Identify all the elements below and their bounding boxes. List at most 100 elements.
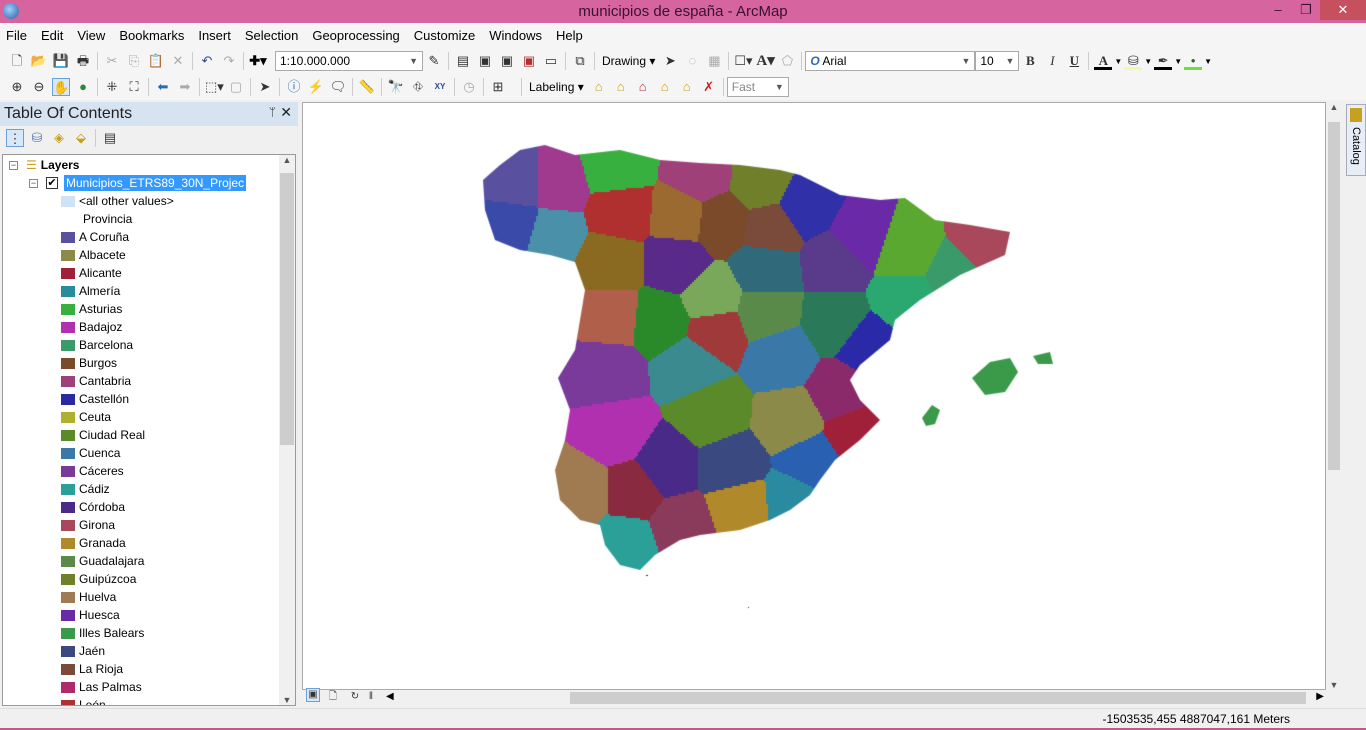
pin-icon[interactable]: ᛘ [269, 105, 276, 119]
legend-item[interactable]: Burgos [61, 354, 117, 372]
label-manager-icon[interactable]: ⌂ [590, 78, 608, 96]
legend-other-values[interactable]: <all other values> [61, 192, 174, 210]
arctoolbox-icon[interactable]: ▣ [520, 52, 538, 70]
fill-color-icon[interactable]: ⛁ [1124, 52, 1143, 70]
legend-item[interactable]: Cáceres [61, 462, 124, 480]
underline-button[interactable]: U [1065, 52, 1083, 70]
select-pointer-icon[interactable]: ➤ [256, 78, 274, 96]
menu-geoprocessing[interactable]: Geoprocessing [312, 28, 399, 43]
font-color-icon[interactable]: A [1094, 52, 1113, 70]
toc-vertical-scrollbar[interactable]: ▲ ▼ [279, 155, 295, 705]
view-unplaced-labels-icon[interactable]: ✗ [700, 78, 718, 96]
menu-selection[interactable]: Selection [245, 28, 298, 43]
italic-button[interactable]: I [1043, 52, 1061, 70]
undo-icon[interactable]: ↶ [198, 52, 216, 70]
back-extent-icon[interactable]: ⬅ [154, 78, 172, 96]
clear-selection-icon[interactable]: ▢ [227, 78, 245, 96]
toc-window-icon[interactable]: ▤ [454, 52, 472, 70]
scroll-right-icon[interactable]: ▶ [1316, 691, 1324, 702]
menu-help[interactable]: Help [556, 28, 583, 43]
zoom-to-selected-elements-icon[interactable]: ▦ [705, 52, 723, 70]
legend-item[interactable]: Granada [61, 534, 126, 552]
measure-icon[interactable]: 📏 [358, 78, 376, 96]
layer-visibility-checkbox[interactable]: ✔ [46, 177, 58, 189]
identify-icon[interactable]: ⓘ [285, 78, 303, 96]
select-elements-icon[interactable]: ➤ [661, 52, 679, 70]
go-to-xy-icon[interactable]: XY [431, 78, 449, 96]
cut-icon[interactable]: ✂ [103, 52, 121, 70]
layout-view-icon[interactable]: 🗋 [324, 688, 342, 706]
legend-item[interactable]: Almería [61, 282, 120, 300]
copy-icon[interactable]: ⎘ [125, 52, 143, 70]
scroll-down-icon[interactable]: ▼ [1326, 680, 1342, 690]
catalog-tab[interactable]: Catalog [1346, 104, 1366, 176]
scrollbar-thumb[interactable] [1328, 122, 1340, 470]
close-button[interactable]: ✕ [1320, 0, 1366, 20]
fixed-zoom-in-icon[interactable]: ⁜ [103, 78, 121, 96]
menu-view[interactable]: View [77, 28, 105, 43]
create-viewer-window-icon[interactable]: ⊞ [489, 78, 507, 96]
legend-item[interactable]: Girona [61, 516, 115, 534]
drawing-menu[interactable]: Drawing ▾ [602, 54, 655, 68]
scrollbar-thumb[interactable] [280, 173, 294, 445]
legend-item[interactable]: Cantabria [61, 372, 131, 390]
legend-item[interactable]: Ceuta [61, 408, 111, 426]
options-icon[interactable]: ▤ [101, 129, 119, 147]
paste-icon[interactable]: 📋 [147, 52, 165, 70]
menu-windows[interactable]: Windows [489, 28, 542, 43]
scroll-up-icon[interactable]: ▲ [1326, 102, 1342, 112]
legend-item[interactable]: Asturias [61, 300, 122, 318]
scroll-down-icon[interactable]: ▼ [279, 695, 295, 705]
list-by-visibility-icon[interactable]: ◈ [50, 129, 68, 147]
pause-labeling-icon[interactable]: ⌂ [678, 78, 696, 96]
scrollbar-thumb[interactable] [570, 692, 1306, 704]
edit-vertices-icon[interactable]: ⬠ [778, 52, 796, 70]
legend-item[interactable]: Guipúzcoa [61, 570, 136, 588]
map-vertical-scrollbar[interactable]: ▲ ▼ [1326, 102, 1342, 690]
data-view-icon[interactable]: ▣ [306, 688, 320, 702]
rectangle-icon[interactable]: ☐▾ [734, 52, 752, 70]
collapse-icon[interactable]: − [9, 160, 18, 170]
html-popup-icon[interactable]: 🗨 [329, 78, 347, 96]
menu-edit[interactable]: Edit [41, 28, 63, 43]
font-size-combo[interactable]: 10 ▼ [975, 51, 1020, 71]
model-builder-icon[interactable]: ⧉ [571, 52, 589, 70]
legend-item[interactable]: La Rioja [61, 660, 123, 678]
open-icon[interactable]: 📂 [30, 52, 48, 70]
legend-item[interactable]: A Coruña [61, 228, 129, 246]
collapse-icon[interactable]: − [29, 178, 38, 188]
legend-item[interactable]: Córdoba [61, 498, 125, 516]
rotate-icon[interactable]: ◌ [683, 52, 701, 70]
select-features-icon[interactable]: ⬚▾ [205, 78, 224, 96]
layers-data-frame[interactable]: − ☰ Layers [9, 156, 79, 174]
legend-item[interactable]: Jaén [61, 642, 105, 660]
zoom-in-icon[interactable]: ⊕ [8, 78, 26, 96]
menu-file[interactable]: File [6, 28, 27, 43]
scroll-up-icon[interactable]: ▲ [279, 155, 295, 165]
legend-item[interactable]: Illes Balears [61, 624, 144, 642]
legend-item[interactable]: Alicante [61, 264, 122, 282]
legend-item[interactable]: Ciudad Real [61, 426, 145, 444]
lock-labels-icon[interactable]: ⌂ [656, 78, 674, 96]
legend-item[interactable]: Badajoz [61, 318, 122, 336]
close-icon[interactable]: ✕ [280, 104, 292, 121]
map-view[interactable] [302, 102, 1326, 690]
pan-icon[interactable]: ✋ [52, 78, 70, 96]
menu-customize[interactable]: Customize [414, 28, 475, 43]
time-slider-icon[interactable]: ◷ [460, 78, 478, 96]
menu-bookmarks[interactable]: Bookmarks [119, 28, 184, 43]
python-window-icon[interactable]: ▭ [542, 52, 560, 70]
minimize-button[interactable]: – [1264, 0, 1292, 20]
forward-extent-icon[interactable]: ➡ [176, 78, 194, 96]
restore-button[interactable]: ❐ [1292, 0, 1320, 20]
save-icon[interactable]: 💾 [52, 52, 70, 70]
layer-name[interactable]: Municipios_ETRS89_30N_Projec [64, 175, 247, 191]
zoom-out-icon[interactable]: ⊖ [30, 78, 48, 96]
legend-item[interactable]: Castellón [61, 390, 129, 408]
text-icon[interactable]: A▾ [756, 52, 774, 70]
font-combo[interactable]: O Arial ▼ [805, 51, 976, 71]
map-horizontal-scrollbar[interactable]: ◀ ▶ [386, 690, 1326, 706]
legend-item[interactable]: León [61, 696, 106, 705]
delete-icon[interactable]: ✕ [169, 52, 187, 70]
legend-item[interactable]: Huesca [61, 606, 120, 624]
